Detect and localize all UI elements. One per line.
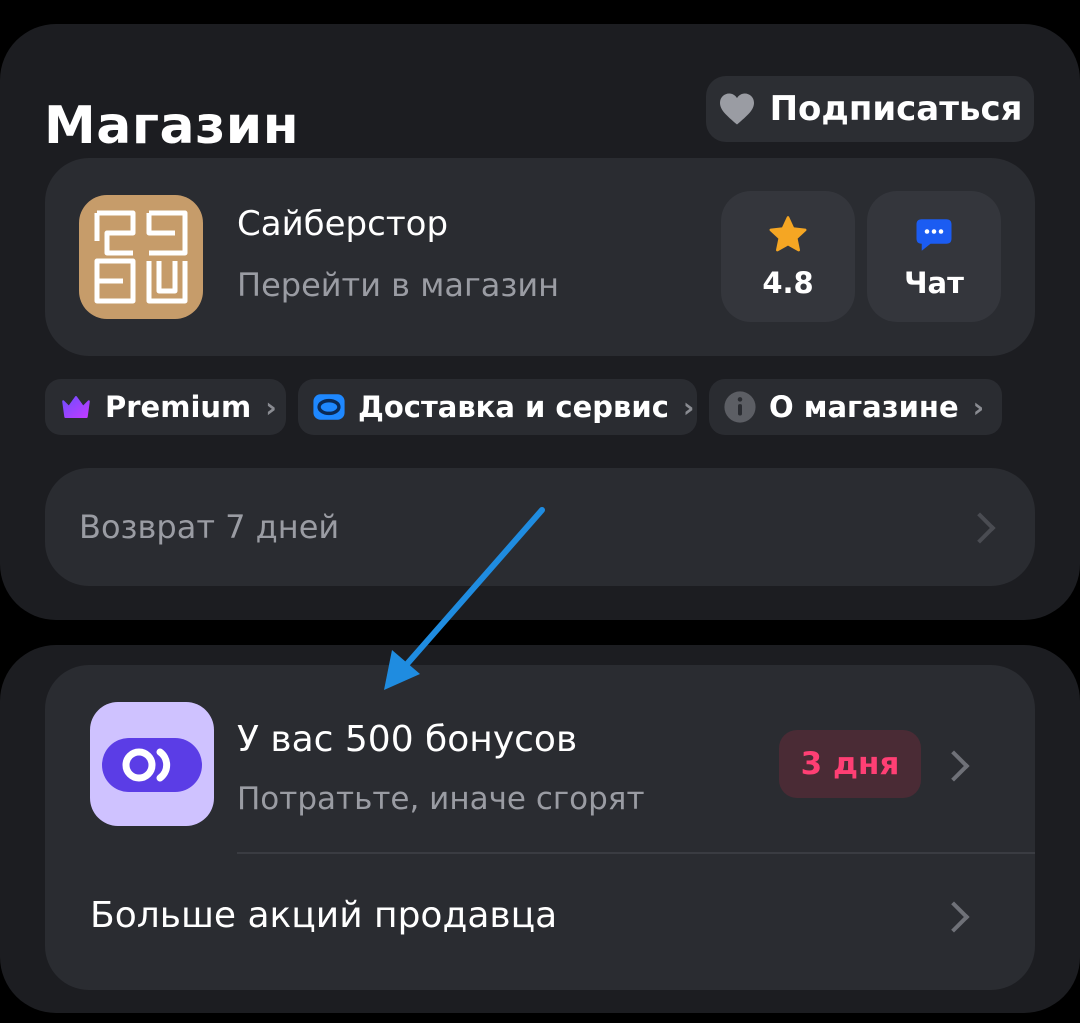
rating-value: 4.8 [762,265,814,300]
store-title: Магазин [44,96,300,156]
subscribe-label: Подписаться [769,89,1023,129]
shop-info[interactable]: Сайберстор Перейти в магазин 4.8 Чат [45,158,1035,356]
bonus-subtitle: Потратьте, иначе сгорят [237,781,645,817]
return-policy-text: Возврат 7 дней [79,508,340,546]
info-icon [723,390,757,424]
rating-tile[interactable]: 4.8 [721,191,855,322]
bonus-title: У вас 500 бонусов [237,719,578,760]
chevron-right-icon [938,901,970,933]
shop-name: Сайберстор [237,204,449,244]
chip-premium-label: Premium [105,390,252,424]
return-policy-row[interactable]: Возврат 7 дней [45,468,1035,586]
more-promos-label: Больше акций продавца [90,895,558,936]
chip-delivery-label: Доставка и сервис [358,390,669,424]
chevron-right-icon [964,512,996,544]
chip-premium[interactable]: Premium › [45,379,286,435]
chevron-right-icon: › [265,390,277,424]
chevron-right-icon [938,750,970,782]
chip-delivery[interactable]: Доставка и сервис › [298,379,697,435]
chip-about-label: О магазине [769,390,959,424]
store-card: Магазин Подписаться Сайберстор Перейти в… [0,24,1080,620]
chip-about-store[interactable]: О магазине › [709,379,1002,435]
bonus-icon [90,702,214,826]
shop-logo [79,195,203,319]
promo-card: У вас 500 бонусов Потратьте, иначе сгоря… [0,645,1080,1013]
go-to-store-link[interactable]: Перейти в магазин [237,266,559,304]
subscribe-button[interactable]: Подписаться [706,76,1034,142]
chat-tile[interactable]: Чат [867,191,1001,322]
crown-icon [59,390,93,424]
chevron-right-icon: › [972,390,985,424]
star-icon [769,215,807,251]
divider [237,852,1035,854]
heart-icon [719,93,754,125]
chat-icon [916,218,952,251]
delivery-icon [312,390,346,424]
promo-inner: У вас 500 бонусов Потратьте, иначе сгоря… [45,665,1035,990]
days-left-badge: 3 дня [779,730,921,798]
chat-label: Чат [904,265,964,300]
chevron-right-icon: › [682,390,695,424]
